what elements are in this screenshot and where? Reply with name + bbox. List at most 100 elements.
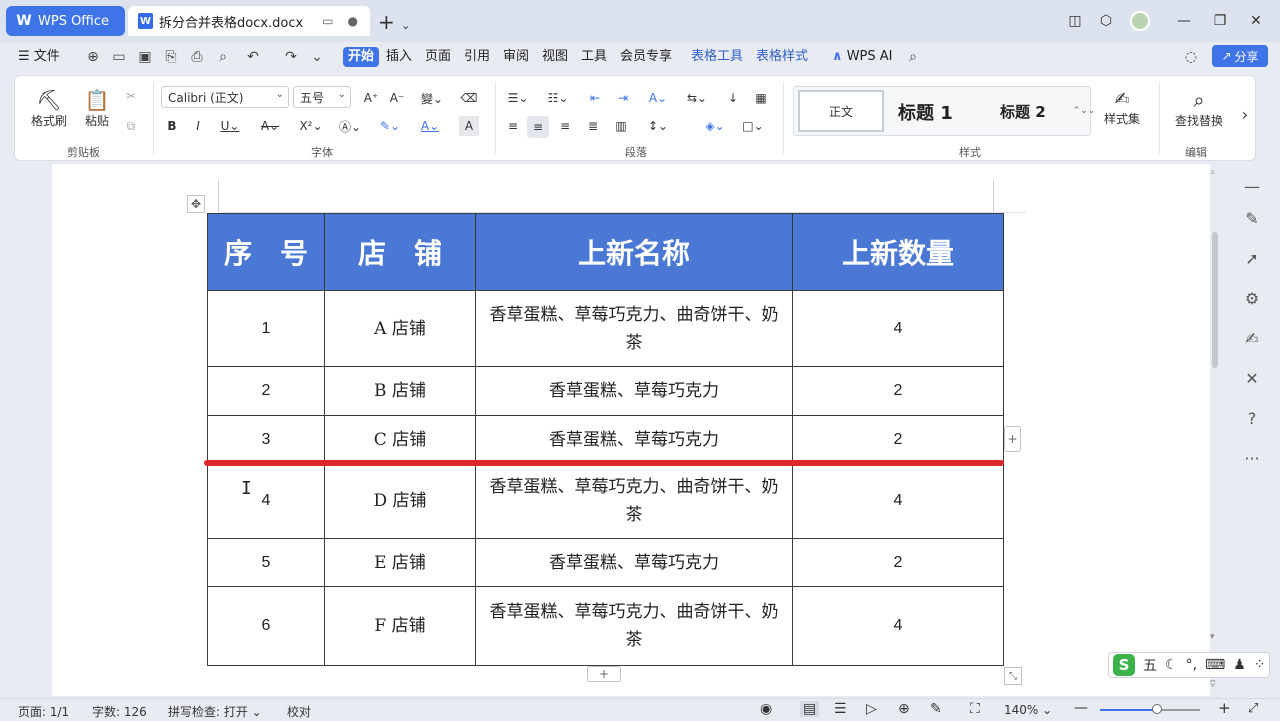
menu-insert[interactable]: 插入 [386,47,412,67]
pen-mode-icon[interactable]: ✎ [930,701,942,717]
cut-icon[interactable]: ✂ [121,86,141,106]
tools-icon[interactable]: ✕ [1240,366,1264,390]
more-chevron-icon[interactable]: ⌄ [308,47,326,67]
cell-shop[interactable]: E 店铺 [324,538,476,587]
cell-name[interactable]: 香草蛋糕、草莓巧克力 [475,366,793,416]
menu-wps-ai[interactable]: ∧ WPS AI [832,47,893,67]
show-marks-icon[interactable]: ↓ [723,88,743,108]
eye-icon[interactable]: ◉ [760,701,772,717]
border-icon[interactable]: □⌄ [739,116,767,136]
word-count[interactable]: 字数: 126 [92,703,147,720]
window-mode-icon[interactable]: ▭ [322,14,333,28]
style-normal[interactable]: 正文 [798,90,884,132]
search-icon[interactable]: ⌕ [904,47,922,67]
menu-table-tools[interactable]: 表格工具 [691,47,743,67]
unsaved-dot-icon[interactable]: ● [348,14,358,28]
cell-shop[interactable]: B 店铺 [324,366,476,416]
more-icon[interactable]: ··· [1240,446,1264,470]
underline-icon[interactable]: U⌄ [217,116,243,136]
close-icon[interactable]: ✕ [1244,10,1268,32]
save-icon[interactable]: ▣ [136,47,154,67]
cell-no[interactable]: 4 [207,463,325,539]
cell-qty[interactable]: 4 [792,290,1004,367]
char-shading-icon[interactable]: A [459,116,479,136]
cell-no[interactable]: 2 [207,366,325,416]
line-spacing-icon[interactable]: ↕⌄ [643,116,673,136]
table-resize-handle-icon[interactable]: ⤡ [1004,667,1022,685]
sign-icon[interactable]: ✍ [1240,326,1264,350]
grow-font-icon[interactable]: A⁺ [361,88,381,108]
undo-icon[interactable]: ↶ [244,47,262,67]
layout-icon[interactable]: ◫ [1063,10,1087,32]
minimize-icon[interactable]: — [1172,10,1196,32]
proofread[interactable]: 校对 [287,703,311,720]
scroll-down-icon[interactable]: ▾ [1210,632,1215,642]
maximize-icon[interactable]: ❐ [1208,10,1232,32]
play-icon[interactable]: ▷ [866,701,877,717]
cursor-icon[interactable]: ➚ [1240,246,1264,270]
increase-indent-icon[interactable]: ⇥ [613,88,633,108]
grid-icon[interactable]: ⁘ [1254,657,1266,673]
cell-name[interactable]: 香草蛋糕、草莓巧克力 [475,415,793,464]
cell-shop[interactable]: C 店铺 [324,415,476,464]
scrollbar-thumb[interactable] [1212,232,1218,368]
cell-name[interactable]: 香草蛋糕、草莓巧克力 [475,538,793,587]
help-icon[interactable]: ? [1240,406,1264,430]
menu-review[interactable]: 审阅 [503,47,529,67]
header-cell-name[interactable]: 上新名称 [475,213,793,291]
cell-no[interactable]: 6 [207,586,325,666]
distribute-icon[interactable]: ▥ [611,116,631,136]
menu-reference[interactable]: 引用 [464,47,490,67]
cell-no[interactable]: 3 [207,415,325,464]
web-view-icon[interactable]: ⊕ [898,701,910,717]
menu-file[interactable]: ☰ 文件 [18,47,60,67]
tab-wps-office[interactable]: W WPS Office [6,6,125,36]
style-set-button[interactable]: ✍ 样式集 [1097,84,1147,132]
menu-member[interactable]: 会员专享 [620,47,672,67]
scroll-page-down-icon[interactable]: ⩢ [1210,680,1215,690]
align-right-icon[interactable]: ≡ [555,116,575,136]
cell-qty[interactable]: 2 [792,415,1004,464]
paste-button[interactable]: 📋 粘贴 [75,84,119,132]
share-button[interactable]: ↗ 分享 [1212,45,1268,67]
new-tab-icon[interactable]: + ⌄ [378,10,410,34]
superscript-icon[interactable]: X²⌄ [297,116,325,136]
cell-name[interactable]: 香草蛋糕、草莓巧克力、曲奇饼干、奶茶 [475,463,793,539]
font-name-select[interactable]: Calibri (正文) ⌄ [161,86,289,108]
cell-name[interactable]: 香草蛋糕、草莓巧克力、曲奇饼干、奶茶 [475,290,793,367]
fullscreen-icon[interactable]: ⤢ [1248,701,1258,716]
page-view-icon[interactable]: ▤ [800,701,820,717]
style-scroll-icon[interactable]: ⌃⌄⌄ [1073,89,1096,133]
redo-icon[interactable]: ↷ [282,47,300,67]
header-cell-no[interactable]: 序 号 [207,213,325,291]
cell-shop[interactable]: D 店铺 [324,463,476,539]
font-color-icon[interactable]: A⌄ [417,116,443,136]
align-left-icon[interactable]: ≡ [503,116,523,136]
cell-shop[interactable]: F 店铺 [324,586,476,666]
style-heading-1[interactable]: 标题 1 [898,99,953,125]
print-preview-icon[interactable]: ⌕ [214,47,232,67]
bullet-list-icon[interactable]: ☰⌄ [503,88,533,108]
menu-tools[interactable]: 工具 [581,47,607,67]
settings-sliders-icon[interactable]: ⚙ [1240,286,1264,310]
shrink-font-icon[interactable]: A⁻ [387,88,407,108]
keyboard-icon[interactable]: ⌨ [1205,657,1225,673]
cell-no[interactable]: 5 [207,538,325,587]
user-icon[interactable]: ♟ [1233,657,1246,673]
page-indicator[interactable]: 页面: 1/1 [18,703,69,720]
print-icon[interactable]: ⎙ [188,47,206,67]
cube-icon[interactable]: ⬡ [1094,10,1118,32]
cell-qty[interactable]: 4 [792,586,1004,666]
text-direction-icon[interactable]: A⌄ [643,88,673,108]
strikethrough-icon[interactable]: A⌄ [257,116,283,136]
cell-qty[interactable]: 4 [792,463,1004,539]
fit-page-icon[interactable]: ⛶ [970,701,980,717]
add-row-bottom-icon[interactable]: + [587,666,621,682]
font-size-select[interactable]: 五号 ⌄ [293,86,351,108]
avatar[interactable] [1130,11,1150,31]
ime-mode[interactable]: 五 [1143,655,1157,675]
ime-toolbar[interactable]: S 五 ☾ °, ⌨ ♟ ⁘ [1108,652,1270,678]
menu-table-style[interactable]: 表格样式 [756,47,808,67]
text-effect-icon[interactable]: Ⓐ⌄ [337,116,363,136]
style-heading-2[interactable]: 标题 2 [1000,101,1046,122]
